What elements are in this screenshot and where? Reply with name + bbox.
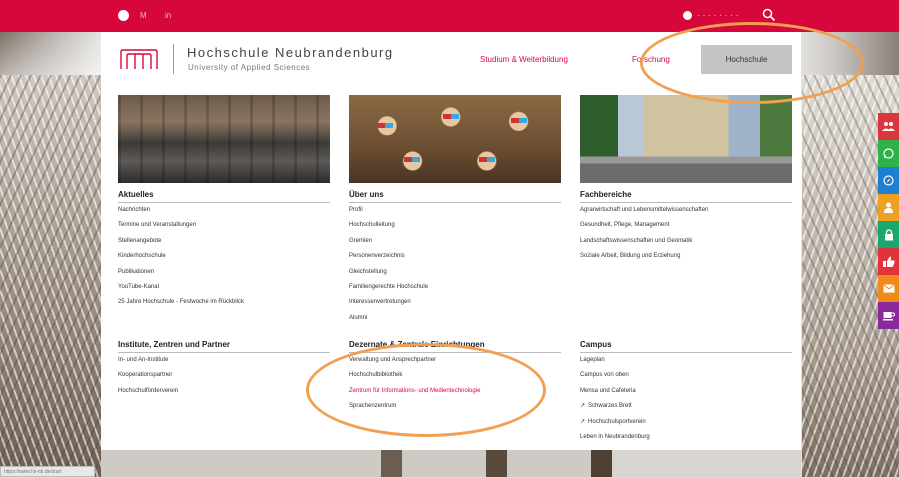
nav-studium[interactable]: Studium & Weiterbildung bbox=[480, 55, 568, 64]
column-ueber-uns: Über uns Profil Hochschulleitung Gremien… bbox=[349, 95, 561, 326]
list-item[interactable]: Kooperationspartner bbox=[118, 368, 330, 383]
glasses-shape bbox=[511, 118, 527, 123]
list-item[interactable]: Gesundheit, Pflege, Management bbox=[580, 218, 792, 233]
whatsapp-icon[interactable] bbox=[878, 140, 899, 167]
bottom-photo-strip bbox=[101, 450, 801, 477]
heading-institute[interactable]: Institute, Zentren und Partner bbox=[118, 336, 330, 353]
list-item-external[interactable]: ↗ Schwarzes Brett bbox=[580, 399, 792, 414]
list-item[interactable]: Landschaftswissenschaften und Geomatik bbox=[580, 234, 792, 249]
annotation-ring-zentrum bbox=[306, 343, 546, 437]
heading-campus[interactable]: Campus bbox=[580, 336, 792, 353]
list-item[interactable]: Kinderhochschule bbox=[118, 249, 330, 264]
list-item[interactable]: Leben in Neubrandenburg bbox=[580, 430, 792, 445]
list-item[interactable]: Alumni bbox=[349, 311, 561, 326]
social-sidebar bbox=[878, 113, 899, 329]
top-link[interactable]: · · · · · · · · bbox=[697, 10, 738, 20]
people-icon[interactable] bbox=[878, 113, 899, 140]
home-icon[interactable] bbox=[118, 10, 129, 21]
list-item[interactable]: Stellenangebote bbox=[118, 234, 330, 249]
auditorium-photo bbox=[118, 95, 330, 183]
thumbs-up-icon[interactable] bbox=[878, 248, 899, 275]
heading-aktuelles[interactable]: Aktuelles bbox=[118, 186, 330, 203]
list-item-label: Hochschulsportverein bbox=[588, 418, 646, 425]
glasses-shape bbox=[443, 114, 459, 119]
list-item[interactable]: Campus von oben bbox=[580, 368, 792, 383]
list-item[interactable]: Hochschulförderverein bbox=[118, 384, 330, 399]
browser-status-bar: https://www.hs-nb.de/start bbox=[0, 466, 95, 477]
column-aktuelles: Aktuelles Nachrichten Termine und Verans… bbox=[118, 95, 330, 311]
section-campus: Campus Lageplan Campus von oben Mensa un… bbox=[580, 333, 792, 445]
list-item-label: Schwarzes Brett bbox=[588, 403, 632, 410]
annotation-ring-hochschule bbox=[640, 22, 864, 104]
list-fachbereiche: Agrarwirtschaft und Lebensmittelwissensc… bbox=[580, 203, 792, 265]
brand-subtitle: University of Applied Sciences bbox=[188, 63, 311, 72]
list-item[interactable]: In- und An-Institute bbox=[118, 353, 330, 368]
list-item[interactable]: 25 Jahre Hochschule - Festwoche im Rückb… bbox=[118, 295, 330, 310]
mail-link[interactable]: M bbox=[140, 11, 147, 20]
list-item[interactable]: Interessenvertretungen bbox=[349, 295, 561, 310]
coffee-icon[interactable] bbox=[878, 302, 899, 329]
info-icon[interactable] bbox=[683, 11, 692, 20]
list-item[interactable]: Mensa und Cafeteria bbox=[580, 384, 792, 399]
logo-divider bbox=[173, 44, 174, 74]
compass-icon[interactable] bbox=[878, 167, 899, 194]
children-3d-glasses-photo bbox=[349, 95, 561, 183]
list-item[interactable]: Termine und Veranstaltungen bbox=[118, 218, 330, 233]
list-item-external[interactable]: ↗ Hochschulsportverein bbox=[580, 415, 792, 430]
external-link-icon: ↗ bbox=[580, 403, 586, 410]
list-item[interactable]: YouTube-Kanal bbox=[118, 280, 330, 295]
person-icon[interactable] bbox=[878, 194, 899, 221]
list-institute: In- und An-Institute Kooperationspartner… bbox=[118, 353, 330, 399]
list-item[interactable]: Familiengerechte Hochschule bbox=[349, 280, 561, 295]
list-item[interactable]: Publikationen bbox=[118, 265, 330, 280]
list-item[interactable]: Agrarwirtschaft und Lebensmittelwissensc… bbox=[580, 203, 792, 218]
university-logo-icon[interactable] bbox=[119, 48, 159, 70]
list-item[interactable]: Gremien bbox=[349, 234, 561, 249]
column-fachbereiche: Fachbereiche Agrarwirtschaft und Lebensm… bbox=[580, 95, 792, 265]
list-campus: Lageplan Campus von oben Mensa und Cafet… bbox=[580, 353, 792, 445]
lock-icon[interactable] bbox=[878, 221, 899, 248]
list-aktuelles: Nachrichten Termine und Veranstaltungen … bbox=[118, 203, 330, 311]
glasses-shape bbox=[479, 157, 495, 162]
list-item[interactable]: Hochschulleitung bbox=[349, 218, 561, 233]
list-item[interactable]: Soziale Arbeit, Bildung und Erziehung bbox=[580, 249, 792, 264]
linkedin-link[interactable]: in bbox=[165, 11, 171, 20]
glasses-shape bbox=[404, 157, 420, 162]
list-item[interactable]: Personenverzeichnis bbox=[349, 249, 561, 264]
section-institute: Institute, Zentren und Partner In- und A… bbox=[118, 333, 330, 399]
brand-title[interactable]: Hochschule Neubrandenburg bbox=[187, 45, 394, 60]
list-item[interactable]: Nachrichten bbox=[118, 203, 330, 218]
mail-icon[interactable] bbox=[878, 275, 899, 302]
heading-ueber-uns[interactable]: Über uns bbox=[349, 186, 561, 203]
search-icon[interactable] bbox=[762, 8, 776, 22]
list-item[interactable]: Lageplan bbox=[580, 353, 792, 368]
external-link-icon: ↗ bbox=[580, 418, 586, 425]
list-ueber-uns: Profil Hochschulleitung Gremien Personen… bbox=[349, 203, 561, 326]
list-item[interactable]: Profil bbox=[349, 203, 561, 218]
glasses-shape bbox=[377, 123, 393, 128]
heading-fachbereiche[interactable]: Fachbereiche bbox=[580, 186, 792, 203]
campus-building-photo bbox=[580, 95, 792, 183]
list-item[interactable]: Gleichstellung bbox=[349, 265, 561, 280]
